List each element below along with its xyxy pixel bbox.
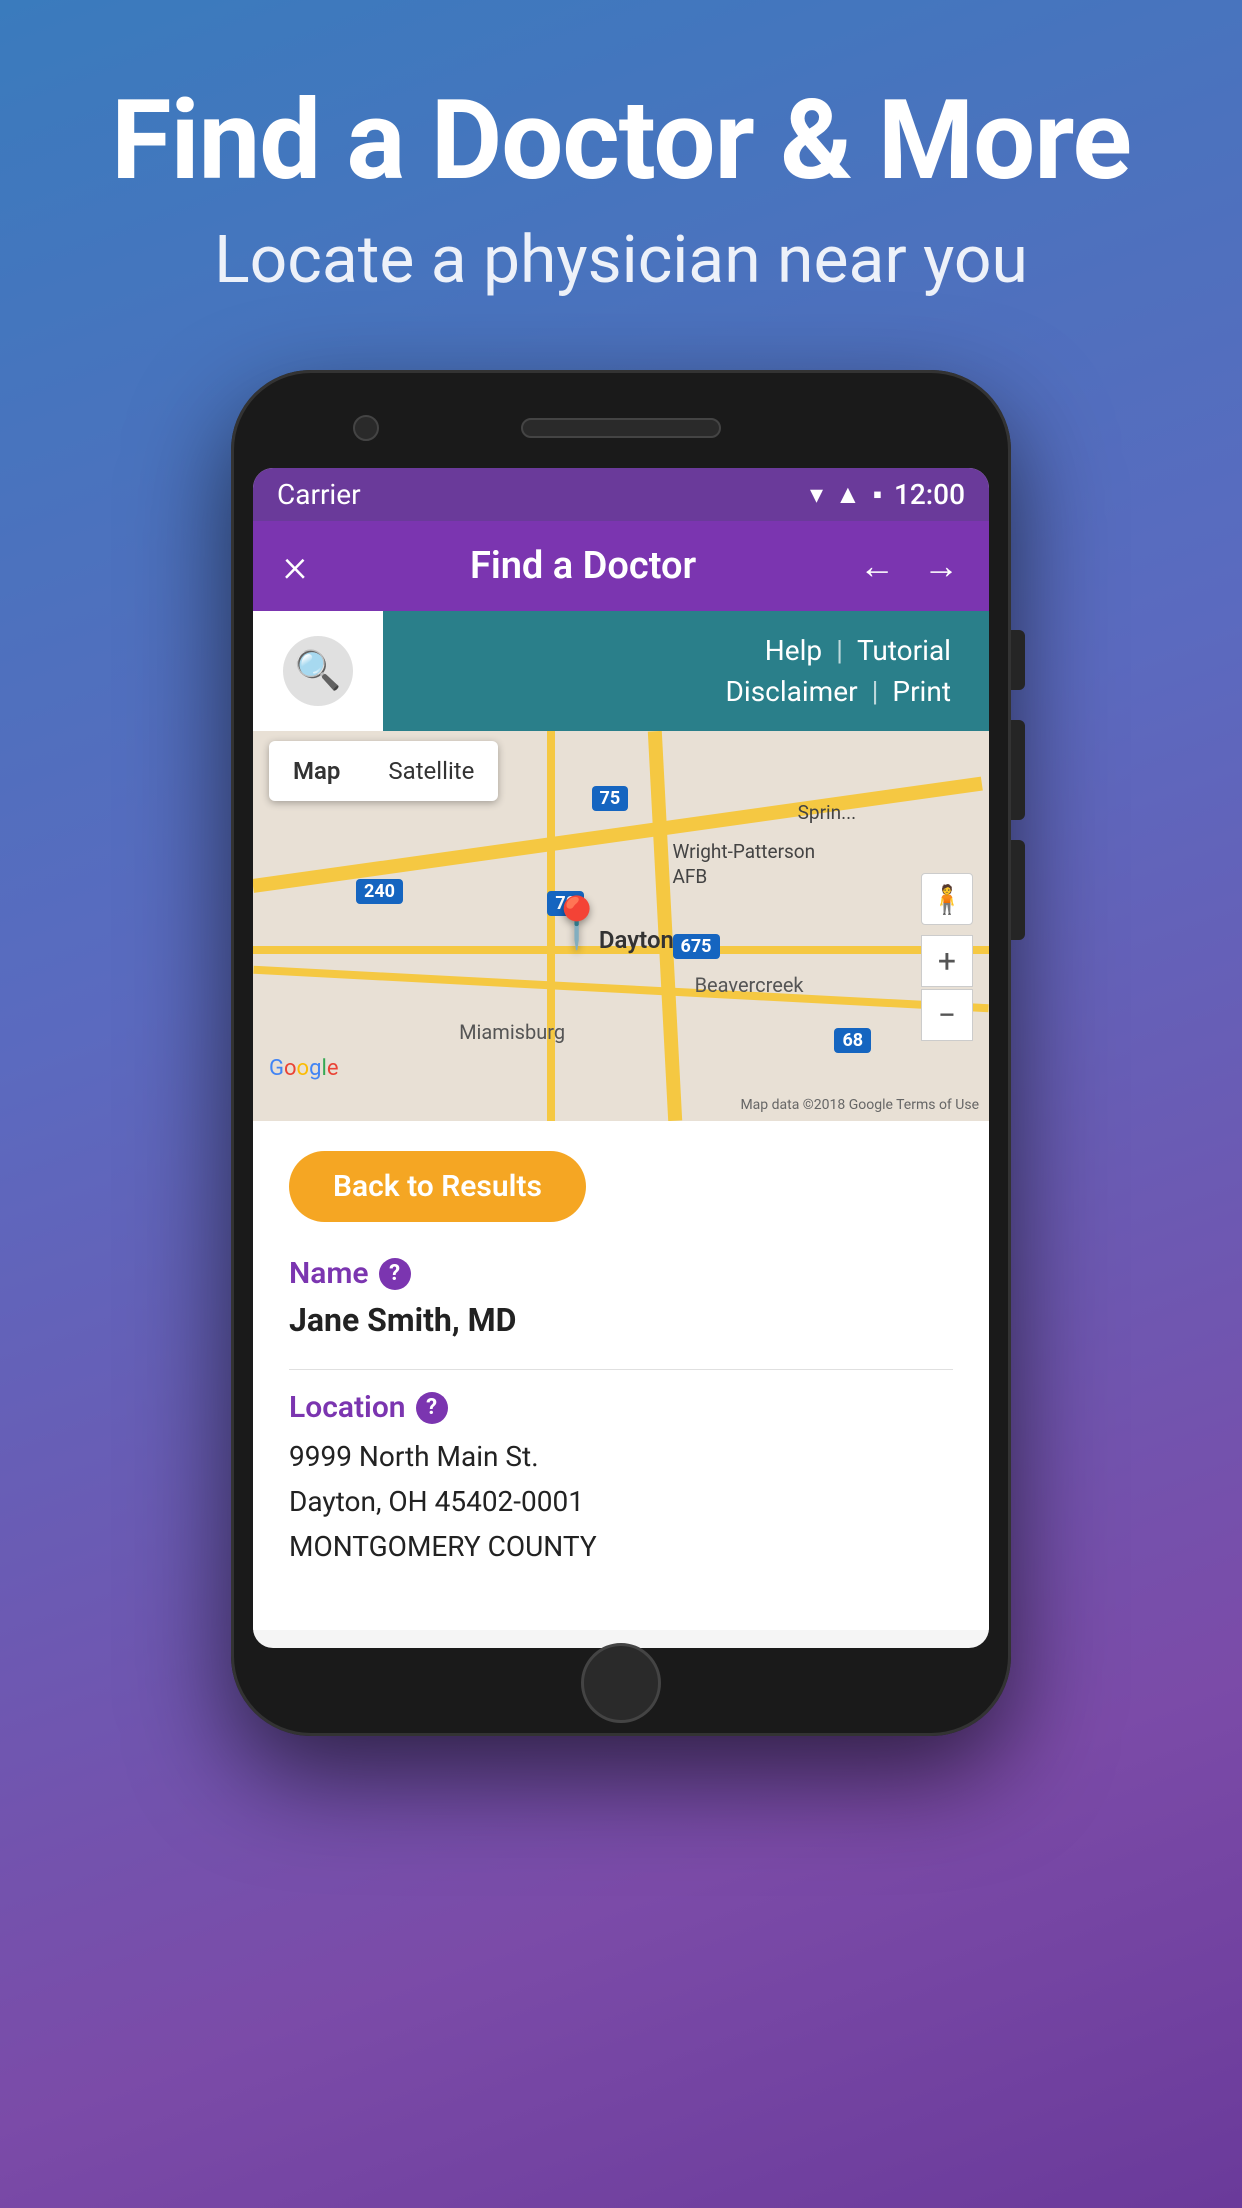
tutorial-link[interactable]: Tutorial: [843, 634, 965, 667]
badge-675: 675: [673, 934, 720, 959]
nav-row-1: Help | Tutorial: [751, 634, 965, 667]
status-icons: ▾ ▲ ▪ 12:00: [810, 478, 965, 511]
map-attribution: Map data ©2018 Google Terms of Use: [740, 1097, 979, 1113]
zoom-out-button[interactable]: −: [921, 989, 973, 1041]
map-zoom-controls: 🧍 + −: [921, 873, 973, 1041]
phone-top-bezel: [253, 398, 989, 458]
map-section[interactable]: Map Satellite 75 70 675 68: [253, 731, 989, 1121]
nav-arrows: ← →: [859, 545, 959, 587]
nav-links: Help | Tutorial Disclaimer | Print: [383, 611, 989, 731]
name-help-icon[interactable]: ?: [379, 1258, 411, 1290]
separator-2: |: [872, 675, 879, 708]
nav-row-2: Disclaimer | Print: [712, 675, 965, 708]
interstate-240: 240: [356, 879, 403, 904]
map-label-miamisburg: Miamisburg: [459, 1020, 565, 1044]
home-button[interactable]: [581, 1643, 661, 1723]
hero-title: Find a Doctor & More: [60, 80, 1182, 201]
location-line3: MONTGOMERY COUNTY: [289, 1525, 953, 1570]
map-label-spring: Sprin...: [798, 801, 857, 824]
location-line1: 9999 North Main St.: [289, 1435, 953, 1480]
back-to-results-button[interactable]: Back to Results: [289, 1151, 586, 1222]
search-section: 🔍: [253, 611, 383, 731]
wifi-icon: ▾: [810, 480, 823, 510]
hero-section: Find a Doctor & More Locate a physician …: [0, 0, 1242, 340]
badge-240: 240: [356, 879, 403, 904]
speaker-grille: [521, 418, 721, 438]
phone-screen: Carrier ▾ ▲ ▪ 12:00 × Find a Doctor ← →: [253, 468, 989, 1648]
route-68: 68: [834, 1028, 871, 1053]
signal-icon: ▲: [835, 479, 861, 510]
interstate-75: 75: [592, 786, 629, 811]
phone-wrapper: Carrier ▾ ▲ ▪ 12:00 × Find a Doctor ← →: [211, 370, 1031, 2208]
forward-arrow-button[interactable]: →: [923, 545, 959, 587]
carrier-label: Carrier: [277, 478, 361, 511]
google-logo: Google: [269, 1056, 338, 1081]
power-button[interactable]: [1011, 630, 1025, 690]
map-background: Map Satellite 75 70 675 68: [253, 731, 989, 1121]
map-label-beavercreek: Beavercreek: [695, 973, 804, 997]
search-icon[interactable]: 🔍: [283, 636, 353, 706]
phone-bottom-bezel: [253, 1658, 989, 1708]
status-time: 12:00: [894, 478, 965, 511]
map-tab-satellite[interactable]: Satellite: [364, 749, 498, 793]
zoom-in-button[interactable]: +: [921, 935, 973, 987]
badge-68: 68: [834, 1028, 871, 1053]
street-view-icon[interactable]: 🧍: [921, 873, 973, 925]
volume-up-button[interactable]: [1011, 720, 1025, 820]
divider-1: [289, 1369, 953, 1370]
road-h3: [253, 965, 988, 1012]
close-button[interactable]: ×: [283, 539, 307, 593]
map-tab-map[interactable]: Map: [269, 749, 364, 793]
battery-icon: ▪: [873, 479, 882, 510]
volume-down-button[interactable]: [1011, 840, 1025, 940]
status-bar: Carrier ▾ ▲ ▪ 12:00: [253, 468, 989, 521]
help-link[interactable]: Help: [751, 634, 836, 667]
location-line2: Dayton, OH 45402-0001: [289, 1480, 953, 1525]
phone-frame: Carrier ▾ ▲ ▪ 12:00 × Find a Doctor ← →: [231, 370, 1011, 1736]
app-bar: × Find a Doctor ← →: [253, 521, 989, 611]
separator-1: |: [836, 634, 843, 667]
content-area: Back to Results Name ? Jane Smith, MD Lo…: [253, 1121, 989, 1629]
sub-header: 🔍 Help | Tutorial Disclaimer | Print: [253, 611, 989, 731]
name-field-value: Jane Smith, MD: [289, 1301, 953, 1339]
location-help-icon[interactable]: ?: [416, 1392, 448, 1424]
app-title: Find a Doctor: [470, 544, 696, 588]
map-label-dayton: Dayton: [599, 926, 674, 954]
name-field-label: Name ?: [289, 1256, 953, 1291]
location-field-label: Location ?: [289, 1390, 953, 1425]
back-arrow-button[interactable]: ←: [859, 545, 895, 587]
location-field-value: 9999 North Main St. Dayton, OH 45402-000…: [289, 1435, 953, 1569]
disclaimer-link[interactable]: Disclaimer: [712, 675, 872, 708]
interstate-675: 675: [673, 934, 720, 959]
hero-subtitle: Locate a physician near you: [60, 221, 1182, 300]
camera-icon: [353, 415, 379, 441]
badge-75: 75: [592, 786, 629, 811]
print-link[interactable]: Print: [878, 675, 965, 708]
map-label-wright: Wright-PattersonAFB: [673, 840, 816, 889]
map-type-controls: Map Satellite: [269, 741, 498, 801]
